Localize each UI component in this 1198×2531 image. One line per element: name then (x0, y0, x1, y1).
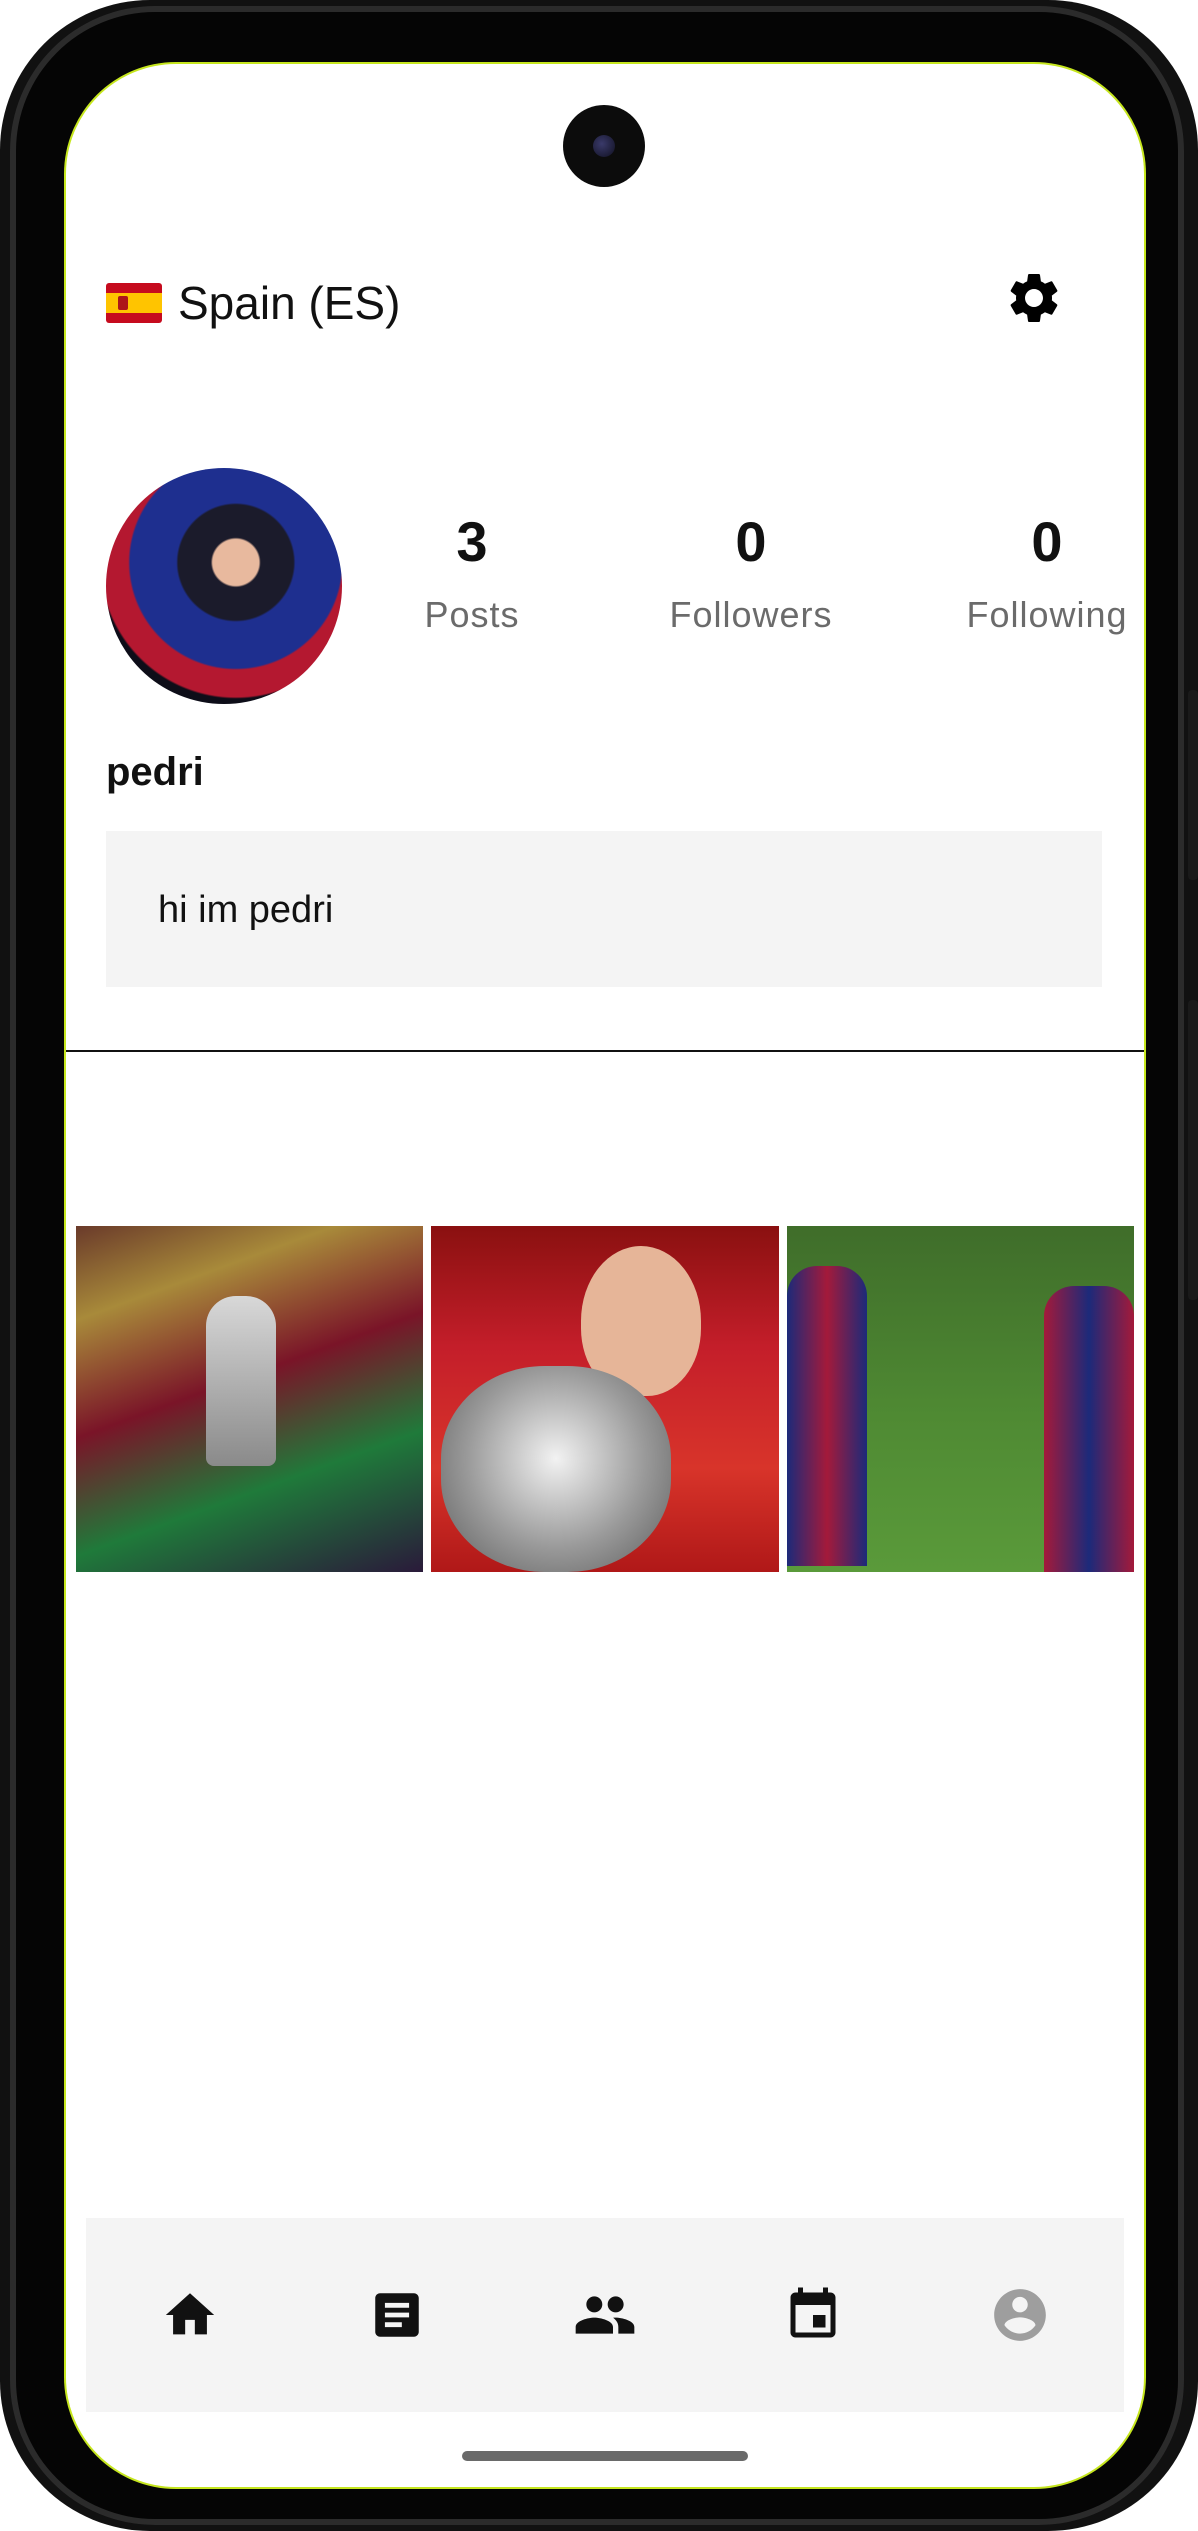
phone-frame: Spain (ES) 3 Posts 0 Followers 0 Followi… (0, 0, 1198, 2531)
country-label: Spain (ES) (178, 277, 401, 329)
power-button (1188, 1000, 1198, 1300)
settings-gear-icon[interactable] (1004, 268, 1064, 328)
post-thumbnail-1[interactable] (76, 1226, 424, 1572)
posts-grid (76, 1226, 1134, 1572)
nav-profile[interactable] (985, 2280, 1055, 2350)
volume-button (1188, 690, 1198, 880)
bio-text: hi im pedri (158, 889, 334, 931)
following-label: Following (966, 594, 1128, 635)
spain-flag-icon (106, 283, 162, 323)
country-selector[interactable]: Spain (ES) (106, 276, 400, 330)
profile-header: Spain (ES) (106, 264, 1104, 348)
bio-box: hi im pedri (106, 831, 1102, 987)
post-thumbnail-2[interactable] (431, 1226, 779, 1572)
home-indicator[interactable] (462, 2451, 748, 2461)
following-count: 0 (1031, 510, 1063, 573)
bottom-navigation (86, 2218, 1124, 2412)
profile-avatar[interactable] (106, 468, 342, 704)
followers-label: Followers (669, 594, 833, 635)
followers-count: 0 (735, 510, 767, 573)
username: pedri (106, 750, 204, 794)
nav-people[interactable] (570, 2280, 640, 2350)
stat-posts[interactable]: 3 Posts (372, 514, 572, 636)
stat-followers[interactable]: 0 Followers (626, 514, 876, 636)
front-camera (563, 105, 645, 187)
people-icon (575, 2296, 635, 2334)
stat-following[interactable]: 0 Following (922, 514, 1144, 636)
calendar-icon (790, 2287, 836, 2338)
post-thumbnail-3[interactable] (786, 1226, 1134, 1572)
screen: Spain (ES) 3 Posts 0 Followers 0 Followi… (66, 64, 1144, 2487)
article-icon (375, 2293, 420, 2337)
section-divider (66, 1050, 1144, 1052)
nav-posts[interactable] (362, 2280, 432, 2350)
posts-label: Posts (424, 594, 520, 635)
account-icon (994, 2289, 1047, 2341)
phone-bezel: Spain (ES) 3 Posts 0 Followers 0 Followi… (10, 6, 1184, 2525)
nav-calendar[interactable] (778, 2280, 848, 2350)
posts-count: 3 (456, 510, 488, 573)
home-icon (165, 2293, 214, 2335)
nav-home[interactable] (155, 2280, 225, 2350)
